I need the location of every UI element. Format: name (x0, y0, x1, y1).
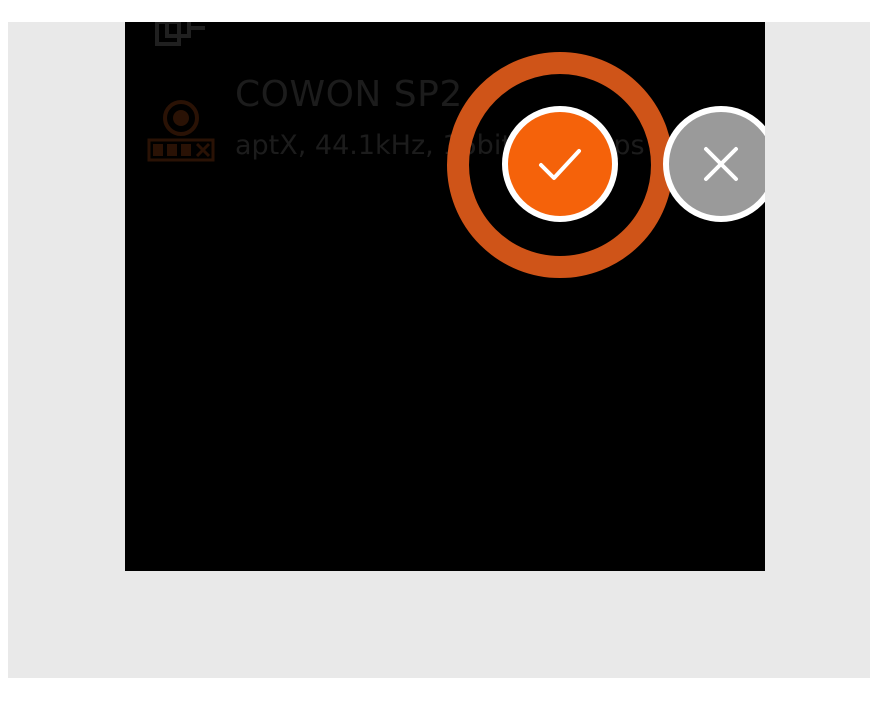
confirm-button[interactable] (502, 106, 618, 222)
aptx-headphone-icon (147, 98, 215, 164)
close-icon (700, 143, 742, 185)
device-frame: COWON SP2 aptX, 44.1kHz, 16bit, 352kbps (8, 22, 870, 678)
cancel-button[interactable] (663, 106, 765, 222)
partial-device-icon (153, 22, 209, 52)
device-screen: COWON SP2 aptX, 44.1kHz, 16bit, 352kbps (125, 22, 765, 571)
list-item-previous (125, 22, 765, 62)
checkmark-icon (535, 139, 585, 189)
device-name: COWON SP2 (235, 74, 463, 115)
